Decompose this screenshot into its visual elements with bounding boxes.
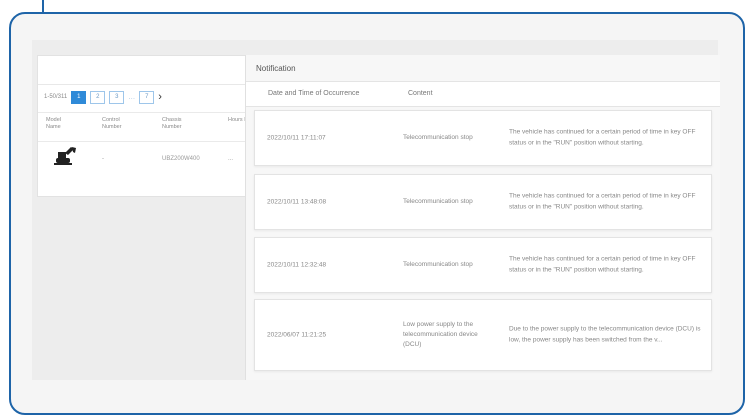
- notification-type: Telecommunication stop: [403, 261, 473, 268]
- notification-description: The vehicle has continued for a certain …: [509, 192, 696, 211]
- notification-row[interactable]: 2022/10/11 17:11:07 Telecommunication st…: [254, 110, 712, 166]
- notification-type: Telecommunication stop: [403, 134, 473, 141]
- notification-description: Due to the power supply to the telecommu…: [509, 325, 701, 344]
- page-2-button[interactable]: 2: [90, 90, 106, 104]
- notification-description: The vehicle has continued for a certain …: [509, 255, 696, 274]
- cell-control-number: -: [102, 156, 104, 162]
- column-control-number[interactable]: Control Number: [102, 117, 132, 131]
- page-7-button[interactable]: 7: [139, 90, 155, 104]
- notification-description: The vehicle has continued for a certain …: [509, 128, 696, 147]
- cell-hours-meter: ...: [228, 156, 234, 162]
- excavator-icon: [54, 147, 76, 165]
- cell-chassis-number: UBZ200W400: [162, 156, 200, 162]
- page-3-button[interactable]: 3: [109, 90, 125, 104]
- notification-row[interactable]: 2022/10/11 12:32:48 Telecommunication st…: [254, 237, 712, 293]
- notification-row[interactable]: 2022/06/07 11:21:25 Low power supply to …: [254, 299, 712, 371]
- column-content: Content: [408, 90, 433, 97]
- notification-title: Notification: [256, 64, 296, 73]
- page-1-button[interactable]: 1: [71, 90, 87, 104]
- notification-date: 2022/10/11 17:11:07: [267, 134, 326, 142]
- notification-type: Telecommunication stop: [403, 198, 473, 205]
- notification-date: 2022/10/11 13:48:08: [267, 198, 327, 206]
- notification-table-header: Date and Time of Occurrence Content: [246, 81, 720, 107]
- notification-panel: Notification Date and Time of Occurrence…: [245, 55, 720, 380]
- column-chassis-number[interactable]: Chassis Number: [162, 117, 192, 131]
- list-column-header: Model Name Control Number Chassis Number…: [38, 112, 253, 142]
- column-model-name[interactable]: Model Name: [46, 117, 76, 131]
- machine-list-panel: 1-50/311 1 2 3 … 7 › Model Name Control …: [37, 55, 254, 197]
- notification-row[interactable]: 2022/10/11 13:48:08 Telecommunication st…: [254, 174, 712, 230]
- pagination: 1-50/311 1 2 3 … 7 ›: [44, 89, 162, 105]
- notification-type: Low power supply to the telecommunicatio…: [403, 321, 478, 348]
- column-date-time: Date and Time of Occurrence: [268, 90, 360, 97]
- list-toolbar: [38, 56, 253, 85]
- page-range: 1-50/311: [44, 94, 68, 100]
- next-page-button[interactable]: ›: [158, 91, 162, 103]
- notification-date: 2022/06/07 11:21:25: [267, 331, 327, 339]
- page-ellipsis: …: [128, 93, 136, 101]
- notification-date: 2022/10/11 12:32:48: [267, 261, 327, 269]
